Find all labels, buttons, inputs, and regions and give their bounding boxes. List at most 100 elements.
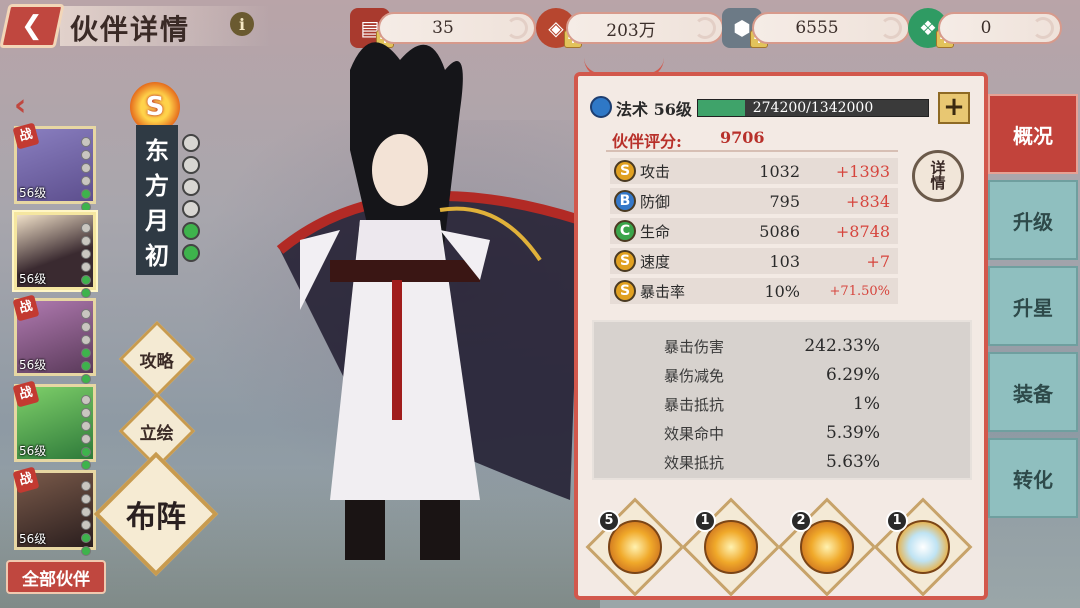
stat-name: 攻击 xyxy=(640,162,671,181)
stat-name: 速度 xyxy=(640,252,671,271)
stat-bonus: +71.50% xyxy=(829,283,890,299)
sub-stat-name: 暴击伤害 xyxy=(663,337,724,356)
name-char: 东 xyxy=(145,136,169,165)
roster-card-selected[interactable]: 56级 xyxy=(14,212,96,298)
swirl-icon xyxy=(880,17,902,39)
star-dots xyxy=(81,395,91,470)
star-empty-icon xyxy=(182,200,200,218)
partner-character-art xyxy=(276,42,582,560)
skill-level: 2 xyxy=(790,510,812,532)
resource-silver: 6555 xyxy=(752,12,910,44)
strategy-label: 攻略 xyxy=(140,351,174,372)
stat-row-hp: C 生命 5086 +8748 xyxy=(610,218,898,244)
swirl-icon xyxy=(1032,17,1054,39)
swirl-icon xyxy=(694,17,716,39)
sub-stat-value: 242.33% xyxy=(804,336,880,356)
tab-overview[interactable]: 概况 xyxy=(988,94,1078,174)
star-level xyxy=(182,134,200,262)
partner-level: 56级 xyxy=(19,532,47,546)
name-char: 方 xyxy=(145,171,169,200)
back-arrow-icon: ❮ xyxy=(21,11,43,41)
star-empty-icon xyxy=(182,134,200,152)
stat-grade-icon: S xyxy=(614,160,636,182)
sub-stat-name: 效果命中 xyxy=(663,424,724,443)
sub-stat-row: 暴击伤害 242.33% xyxy=(594,332,970,360)
star-dots xyxy=(81,137,91,212)
stat-base: 795 xyxy=(769,191,800,211)
skill-button[interactable]: 5 xyxy=(585,497,685,597)
star-dots xyxy=(81,481,91,556)
stat-base: 1032 xyxy=(759,161,800,181)
resource-value: 0 xyxy=(980,18,992,38)
stat-grade-icon: B xyxy=(614,190,636,212)
detail-button[interactable]: 详 情 xyxy=(912,150,964,202)
sub-stat-row: 暴击抵抗 1% xyxy=(594,390,970,418)
sub-stat-name: 效果抵抗 xyxy=(663,453,724,472)
partner-level: 56级 xyxy=(19,186,47,200)
roster-card[interactable]: 战 56级 xyxy=(12,466,96,556)
stat-row-crit-rate: S 暴击率 10% +71.50% xyxy=(610,278,898,304)
star-filled-icon xyxy=(182,244,200,262)
roster-collapse-icon[interactable]: ‹ xyxy=(14,88,40,123)
rating-value: 9706 xyxy=(720,128,765,147)
partner-name-banner: 东 方 月 初 xyxy=(136,125,178,275)
name-char: 月 xyxy=(145,206,169,235)
sub-stat-value: 1% xyxy=(853,394,880,414)
stat-name: 暴击率 xyxy=(640,282,686,301)
stat-grade-icon: S xyxy=(614,250,636,272)
stat-grade-icon: S xyxy=(614,280,636,302)
partner-level: 56级 xyxy=(19,272,47,286)
stat-row-attack: S 攻击 1032 +1393 xyxy=(610,158,898,184)
stat-bonus: +7 xyxy=(866,251,890,271)
secondary-stats-box: 暴击伤害 242.33% 暴伤减免 6.29% 暴击抵抗 1% 效果命中 5.3… xyxy=(592,320,972,480)
stat-row-speed: S 速度 103 +7 xyxy=(610,248,898,274)
stat-base: 103 xyxy=(769,251,800,271)
skill-level: 1 xyxy=(886,510,908,532)
type-level: 法术 56级 xyxy=(616,100,692,119)
sub-stat-value: 6.29% xyxy=(825,365,880,385)
detail-label-bottom: 情 xyxy=(930,174,946,192)
tab-upgrade[interactable]: 升级 xyxy=(988,180,1078,260)
deploy-label: 布阵 xyxy=(126,500,186,535)
resource-jade: 0 xyxy=(938,12,1062,44)
stat-name: 生命 xyxy=(640,222,671,241)
portrait-label: 立绘 xyxy=(140,423,174,444)
stat-base: 5086 xyxy=(759,221,800,241)
star-filled-icon xyxy=(182,222,200,240)
tab-convert[interactable]: 转化 xyxy=(988,438,1078,518)
resource-value: 6555 xyxy=(795,18,839,38)
stat-bonus: +1393 xyxy=(835,161,890,181)
skill-level: 1 xyxy=(694,510,716,532)
stat-row-defense: B 防御 795 +834 xyxy=(610,188,898,214)
stat-bonus: +8748 xyxy=(835,221,890,241)
roster-card[interactable]: 战 56级 xyxy=(12,380,96,470)
all-partners-button[interactable]: 全部伙伴 xyxy=(6,560,106,594)
roster-card[interactable]: 战 56级 xyxy=(12,122,96,212)
stat-name: 防御 xyxy=(640,192,671,211)
exp-bar: 274200/1342000 xyxy=(697,99,929,117)
tab-star-up[interactable]: 升星 xyxy=(988,266,1078,346)
name-char: 初 xyxy=(145,241,169,270)
exp-text: 274200/1342000 xyxy=(752,100,874,116)
sub-stat-name: 暴伤减免 xyxy=(663,366,724,385)
magic-type-icon xyxy=(590,96,612,118)
add-exp-button[interactable]: + xyxy=(938,92,970,124)
stat-grade-icon: C xyxy=(614,220,636,242)
star-dots xyxy=(81,223,91,298)
skill-level: 5 xyxy=(598,510,620,532)
skill-button[interactable]: 2 xyxy=(777,497,877,597)
skill-button[interactable]: 1 xyxy=(873,497,973,597)
back-button[interactable]: ❮ xyxy=(0,4,65,48)
tab-equipment[interactable]: 装备 xyxy=(988,352,1078,432)
star-dots xyxy=(81,309,91,384)
stat-bonus: +834 xyxy=(846,191,890,211)
star-empty-icon xyxy=(182,178,200,196)
rating-label: 伙伴评分: xyxy=(612,132,682,151)
sub-stat-row: 暴伤减免 6.29% xyxy=(594,361,970,389)
skill-button[interactable]: 1 xyxy=(681,497,781,597)
divider xyxy=(606,150,898,152)
partner-level: 56级 xyxy=(19,444,47,458)
stat-base: 10% xyxy=(764,281,800,301)
page-title: 伙伴详情 xyxy=(70,13,191,46)
roster-card[interactable]: 战 56级 xyxy=(12,294,96,384)
